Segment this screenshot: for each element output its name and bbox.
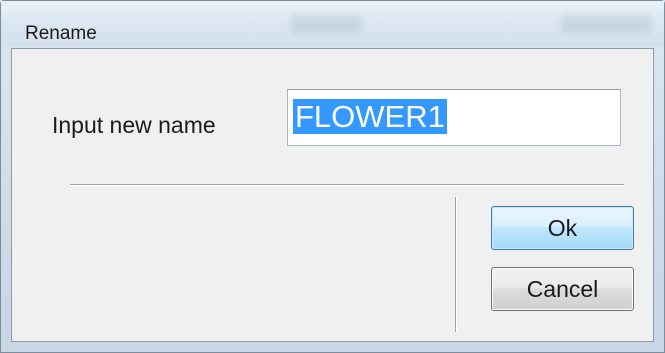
name-label: Input new name [52,112,216,138]
dialog-body: Input new name FLOWER1 Ok Cancel [11,48,654,342]
rename-dialog: Rename Input new name FLOWER1 Ok Cancel [0,0,665,353]
cancel-button[interactable]: Cancel [491,267,634,311]
dialog-title: Rename [25,23,97,44]
ok-button[interactable]: Ok [491,206,634,250]
name-input[interactable]: FLOWER1 [287,89,621,146]
vertical-divider [455,197,457,332]
title-bar[interactable]: Rename [1,1,664,47]
background-blur [561,15,651,33]
name-input-value: FLOWER1 [293,99,447,134]
background-blur [291,15,361,33]
horizontal-divider [70,184,624,186]
